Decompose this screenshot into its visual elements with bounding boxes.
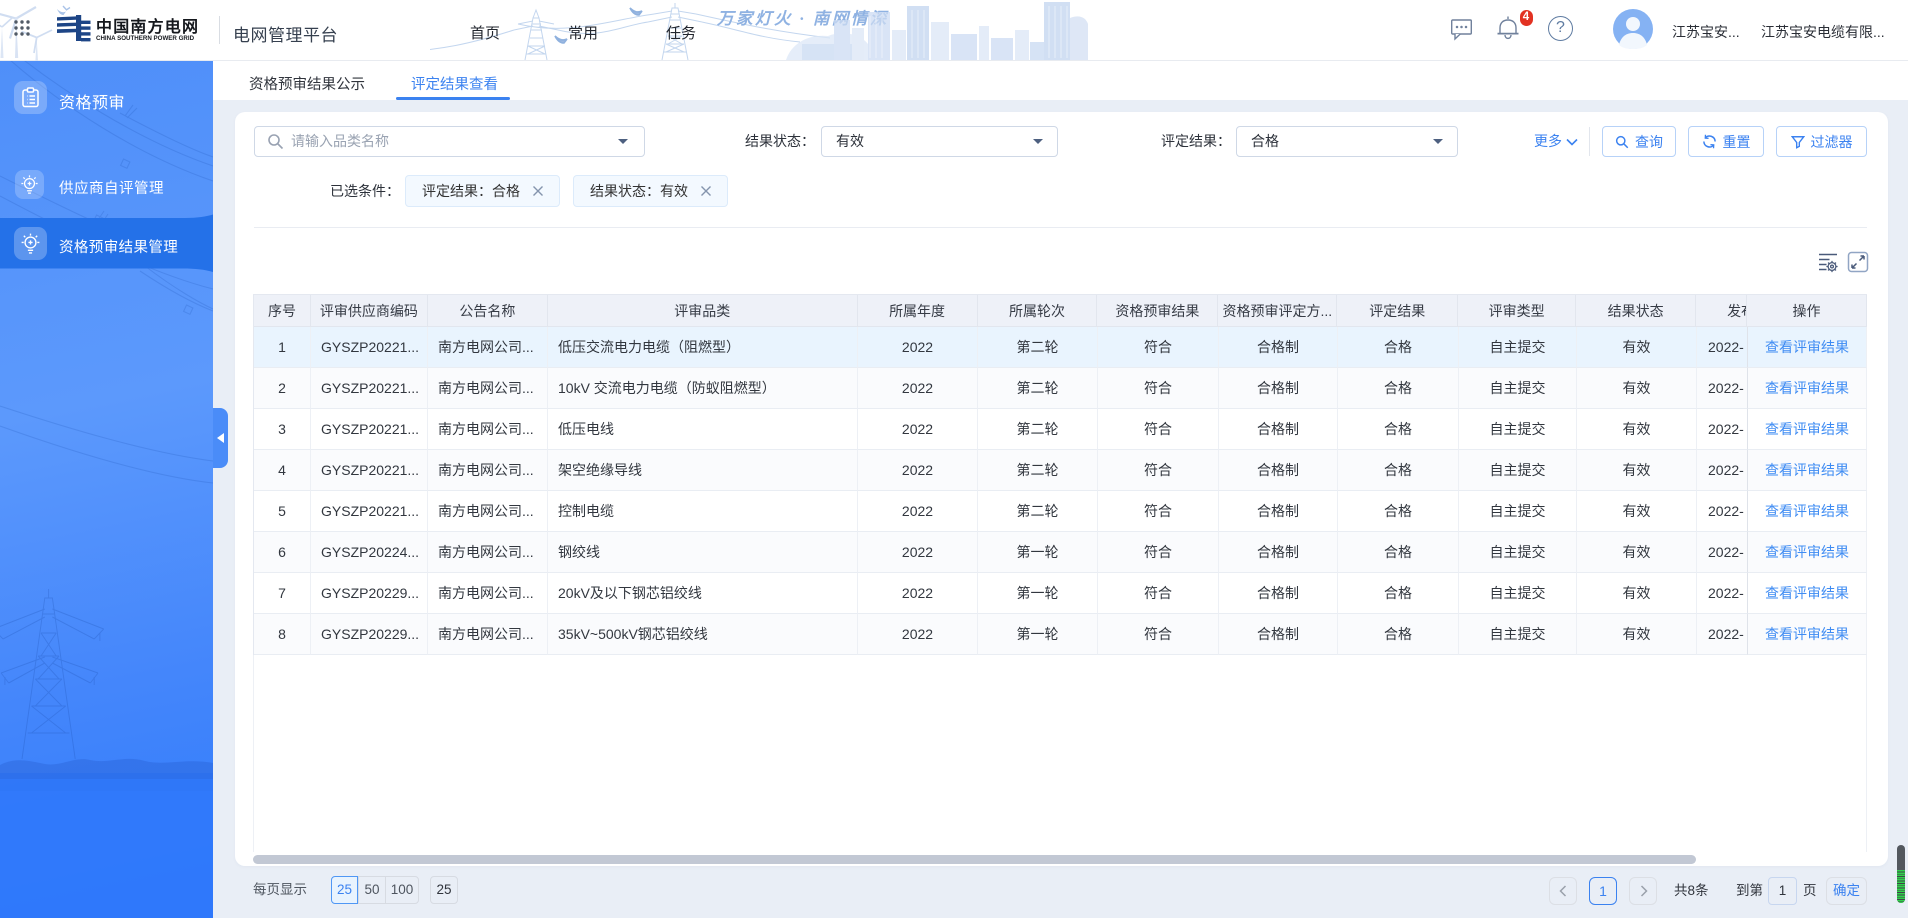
svg-text:万家灯火 · 南网情深: 万家灯火 · 南网情深 [716,9,889,28]
